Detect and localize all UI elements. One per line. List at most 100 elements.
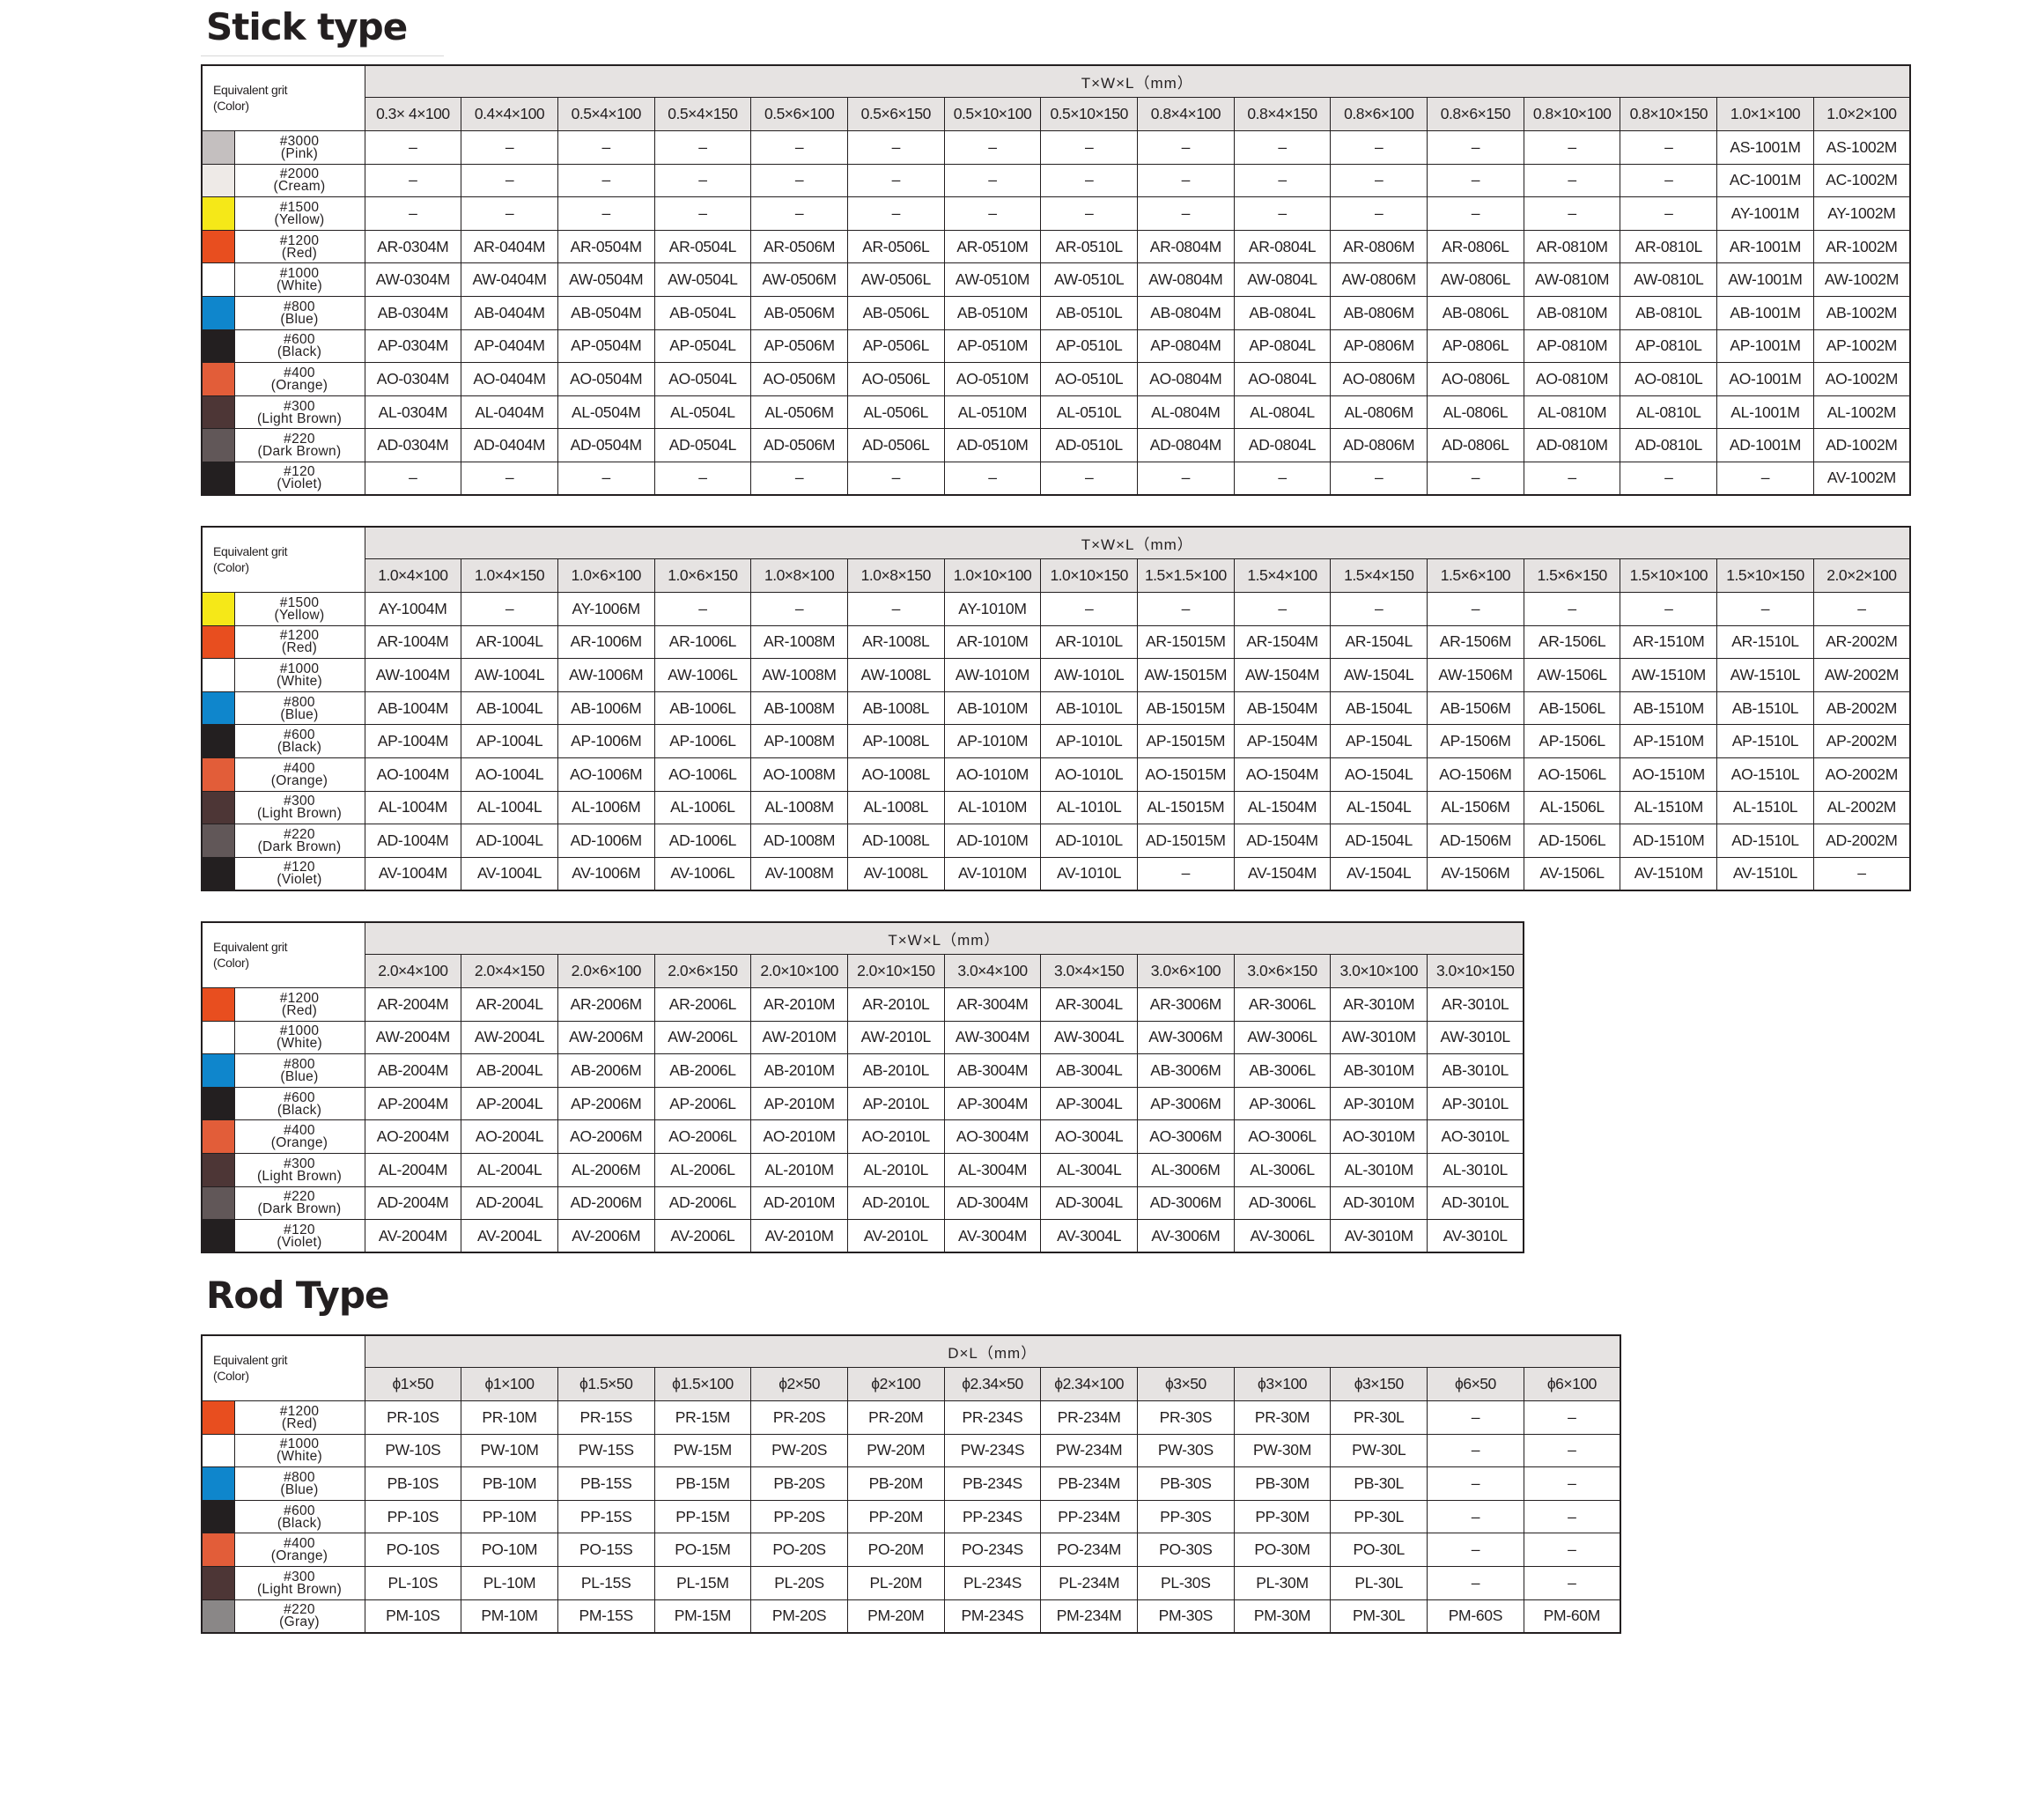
size-column-header: ϕ2.34×50 <box>943 1367 1042 1401</box>
product-code-cell: AO-3006L <box>1233 1119 1332 1154</box>
product-code-cell: – <box>1137 130 1235 165</box>
dimension-label: D×L（mm） <box>364 1334 1621 1368</box>
grit-label: #120 (Violet) <box>233 856 365 891</box>
grit-header-line: (Color) <box>213 560 249 574</box>
product-code-cell: – <box>1620 461 1718 496</box>
product-code-cell: AO-1010L <box>1040 757 1138 792</box>
product-code-cell: AB-2002M <box>1812 691 1911 726</box>
grit-row: #1500 (Yellow) – – – – – – – – – – – – – – AY-1001M AY-10… <box>201 196 1911 231</box>
product-code-cell: – <box>943 196 1042 231</box>
size-column-header: 1.0×6×100 <box>557 558 655 593</box>
grit-label: #1000 (White) <box>233 262 365 297</box>
color-swatch <box>201 1020 235 1055</box>
product-code-cell: AR-0810L <box>1620 229 1718 264</box>
grit-color-name: (Light Brown) <box>256 1581 343 1597</box>
product-code-cell: AL-0806L <box>1427 395 1524 430</box>
size-column-header: 0.8×10×150 <box>1620 97 1718 131</box>
product-code-cell: AR-2006M <box>557 987 655 1022</box>
product-code-cell: AW-0806M <box>1330 262 1428 297</box>
product-code-cell: AL-0304M <box>364 395 462 430</box>
product-code-cell: AL-1510M <box>1620 790 1718 825</box>
product-code-cell: AD-2010M <box>750 1186 848 1221</box>
grit-label: #220 (Gray) <box>233 1599 365 1634</box>
product-code-cell: – <box>1040 592 1138 626</box>
product-code-cell: AR-0510L <box>1040 229 1138 264</box>
product-code-cell: AR-1008L <box>846 624 945 660</box>
product-code-cell: AR-1510M <box>1620 624 1718 660</box>
size-column-header: 1.5×1.5×100 <box>1137 558 1235 593</box>
product-code-cell: – <box>1330 461 1428 496</box>
product-code-cell: AB-1510M <box>1620 691 1718 726</box>
color-swatch <box>201 658 235 692</box>
product-code-cell: AL-0506L <box>846 395 945 430</box>
product-code-cell: AD-3006L <box>1233 1186 1332 1221</box>
product-code-cell: PW-15M <box>653 1433 752 1468</box>
product-code-cell: AD-2006M <box>557 1186 655 1221</box>
grit-row: #1200 (Red) AR-0304M AR-0404M AR-0504M AR-050… <box>201 229 1911 264</box>
grit-label: #1500 (Yellow) <box>233 196 365 231</box>
grit-row: #1200 (Red) AR-1004M AR-1004L AR-1006M AR-100… <box>201 624 1911 660</box>
product-code-cell: PO-20S <box>750 1533 848 1567</box>
product-code-cell: AD-0504M <box>557 428 655 462</box>
product-code-cell: AR-0804L <box>1233 229 1332 264</box>
grit-header-line: (Color) <box>213 99 249 113</box>
product-code-cell: AP-1004M <box>364 724 462 758</box>
product-code-cell: AR-0504M <box>557 229 655 264</box>
product-code-cell: AY-1004M <box>364 592 462 626</box>
grit-header-line: Equivalent grit <box>213 544 288 558</box>
grit-color-name: (Yellow) <box>274 607 325 623</box>
product-code-cell: AO-2010M <box>750 1119 848 1154</box>
size-column-header: ϕ1×50 <box>364 1367 462 1401</box>
color-swatch <box>201 1053 235 1088</box>
product-code-cell: AP-0504M <box>557 329 655 364</box>
product-code-cell: AD-1506M <box>1427 824 1524 858</box>
product-code-cell: AD-1001M <box>1716 428 1814 462</box>
grit-color-name: (Red) <box>281 640 318 656</box>
product-code-cell: PB-20S <box>750 1466 848 1501</box>
product-code-cell: – <box>364 461 462 496</box>
product-code-cell: AP-0506M <box>750 329 848 364</box>
size-column-header: 0.5×6×100 <box>750 97 848 131</box>
product-code-cell: PR-20S <box>750 1400 848 1435</box>
product-code-cell: AB-1010M <box>943 691 1042 726</box>
product-code-cell: AL-0506M <box>750 395 848 430</box>
product-code-cell: PW-20S <box>750 1433 848 1468</box>
size-column-header: ϕ3×50 <box>1137 1367 1235 1401</box>
product-code-cell: PP-10S <box>364 1499 462 1534</box>
product-code-cell: PL-15M <box>653 1565 752 1600</box>
product-code-cell: AD-0804L <box>1233 428 1332 462</box>
product-code-cell: AR-1506M <box>1427 624 1524 660</box>
color-swatch <box>201 824 235 858</box>
product-code-cell: PR-10S <box>364 1400 462 1435</box>
product-code-cell: PM-60S <box>1427 1599 1524 1634</box>
product-code-cell: AB-2006L <box>653 1053 752 1088</box>
product-code-cell: AP-1010L <box>1040 724 1138 758</box>
grit-label: #300 (Light Brown) <box>233 1565 365 1600</box>
product-code-cell: – <box>1040 163 1138 198</box>
product-code-cell: AO-0510M <box>943 362 1042 396</box>
size-column-header: ϕ3×150 <box>1330 1367 1428 1401</box>
product-code-cell: AV-1004L <box>461 856 558 891</box>
rod-type-heading: Rod Type <box>206 1274 389 1317</box>
size-header-row: 2.0×4×100 2.0×4×150 2.0×6×100 2.0×6×150 2.0×… <box>202 954 1524 988</box>
color-swatch <box>201 262 235 297</box>
product-code-cell: AV-1506M <box>1427 856 1524 891</box>
product-code-cell: AV-1010M <box>943 856 1042 891</box>
product-code-cell: AW-1510L <box>1716 658 1814 692</box>
product-code-cell: AL-0404M <box>461 395 558 430</box>
product-code-cell: – <box>1330 196 1428 231</box>
product-code-cell: AP-1510L <box>1716 724 1814 758</box>
product-code-cell: – <box>750 163 848 198</box>
product-code-cell: AO-1010M <box>943 757 1042 792</box>
product-code-cell: AP-1506M <box>1427 724 1524 758</box>
size-column-header: 1.0×4×100 <box>364 558 462 593</box>
product-code-cell: AL-0804L <box>1233 395 1332 430</box>
product-code-cell: AB-3004L <box>1040 1053 1138 1088</box>
grit-row: #220 (Dark Brown) AD-2004M AD-2004L AD-2006M… <box>201 1186 1524 1221</box>
product-code-cell: – <box>1137 461 1235 496</box>
size-column-header: 3.0×6×100 <box>1137 954 1235 988</box>
product-code-cell: AW-0304M <box>364 262 462 297</box>
product-code-cell: PW-10S <box>364 1433 462 1468</box>
product-code-cell: AW-2006L <box>653 1020 752 1055</box>
grit-row: #400 (Orange) AO-0304M AO-0404M AO-0504M AO-0… <box>201 362 1911 396</box>
